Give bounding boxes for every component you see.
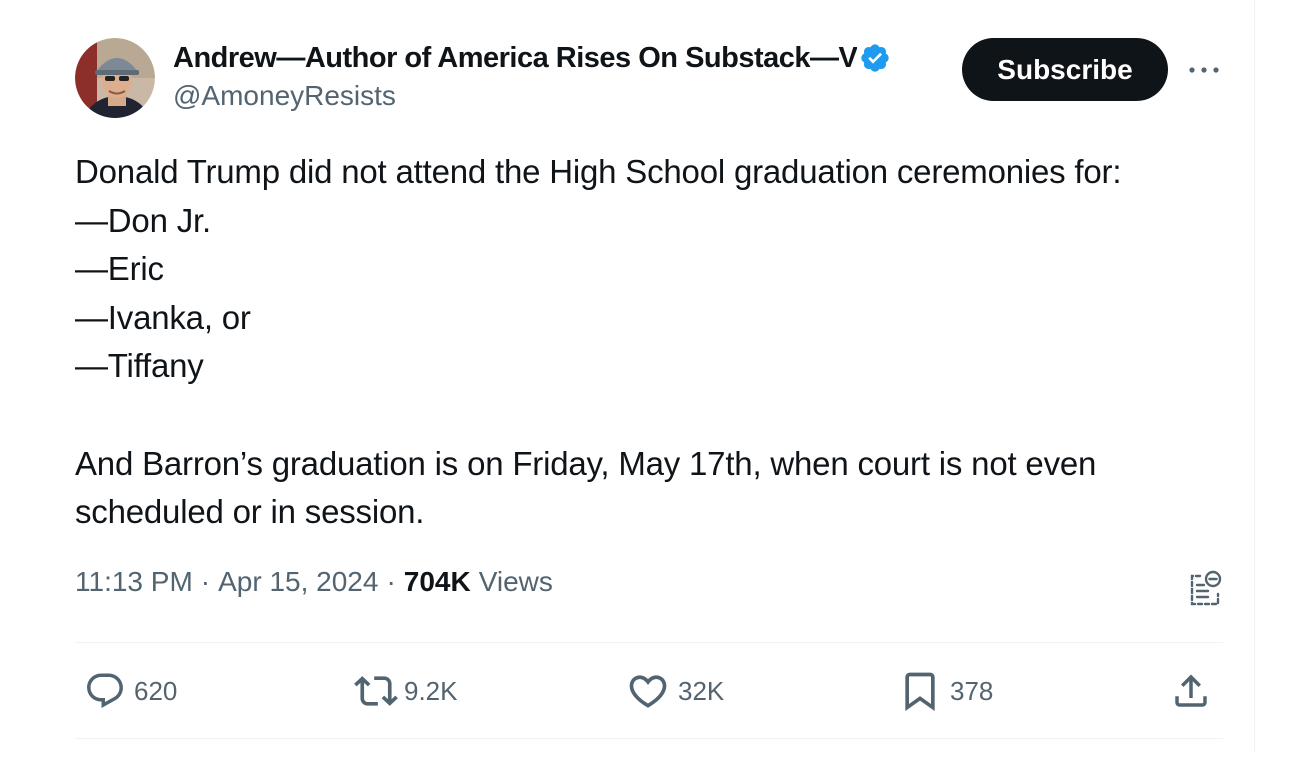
reply-icon: [87, 673, 123, 708]
column-border: [1254, 0, 1255, 752]
divider: [75, 642, 1223, 643]
reply-button[interactable]: 620: [84, 668, 177, 714]
like-button[interactable]: 32K: [626, 668, 724, 714]
more-icon[interactable]: [1186, 56, 1222, 84]
views-count: 704K: [403, 566, 471, 597]
tweet-text: Donald Trump did not attend the High Sch…: [75, 148, 1235, 537]
tweet-time[interactable]: 11:13 PM: [75, 566, 193, 598]
repost-button[interactable]: 9.2K: [354, 668, 458, 714]
reply-count: 620: [134, 675, 178, 706]
tweet-meta: 11:13 PM · Apr 15, 2024 · 704K Views: [75, 566, 553, 598]
author-display-name[interactable]: Andrew—Author of America Rises On Substa…: [173, 42, 857, 75]
divider: [75, 738, 1223, 739]
views-label: Views: [478, 566, 553, 597]
tweet-line: —Don Jr.: [75, 201, 211, 239]
tweet-line: —Ivanka, or: [75, 298, 251, 336]
tweet-line: scheduled or in session.: [75, 493, 425, 531]
meta-separator: ·: [200, 566, 211, 597]
tweet-line: Donald Trump did not attend the High Sch…: [75, 153, 1122, 190]
share-button[interactable]: [1170, 668, 1212, 714]
bookmark-count: 378: [950, 675, 994, 706]
tweet: Andrew—Author of America Rises On Substa…: [0, 0, 1254, 772]
tweet-line: And Barron’s graduation is on Friday, Ma…: [75, 444, 1097, 482]
author-name-row: Andrew—Author of America Rises On Substa…: [173, 40, 948, 76]
analytics-icon[interactable]: [1186, 570, 1224, 610]
avatar[interactable]: [75, 38, 155, 118]
repost-icon: [354, 676, 398, 706]
verified-badge-icon[interactable]: [859, 42, 891, 74]
subscribe-button[interactable]: Subscribe: [962, 38, 1168, 101]
author-handle[interactable]: @AmoneyResists: [173, 80, 396, 112]
share-icon: [1175, 674, 1207, 707]
bookmark-icon: [905, 672, 935, 712]
bookmark-button[interactable]: 378: [898, 668, 993, 714]
meta-separator: ·: [386, 566, 396, 597]
tweet-line: —Tiffany: [75, 347, 204, 385]
repost-count: 9.2K: [404, 675, 458, 706]
like-count: 32K: [678, 675, 725, 706]
tweet-line: —Eric: [75, 250, 164, 288]
heart-icon: [629, 675, 667, 708]
avatar-image: [75, 38, 155, 118]
tweet-date[interactable]: Apr 15, 2024: [218, 566, 378, 598]
